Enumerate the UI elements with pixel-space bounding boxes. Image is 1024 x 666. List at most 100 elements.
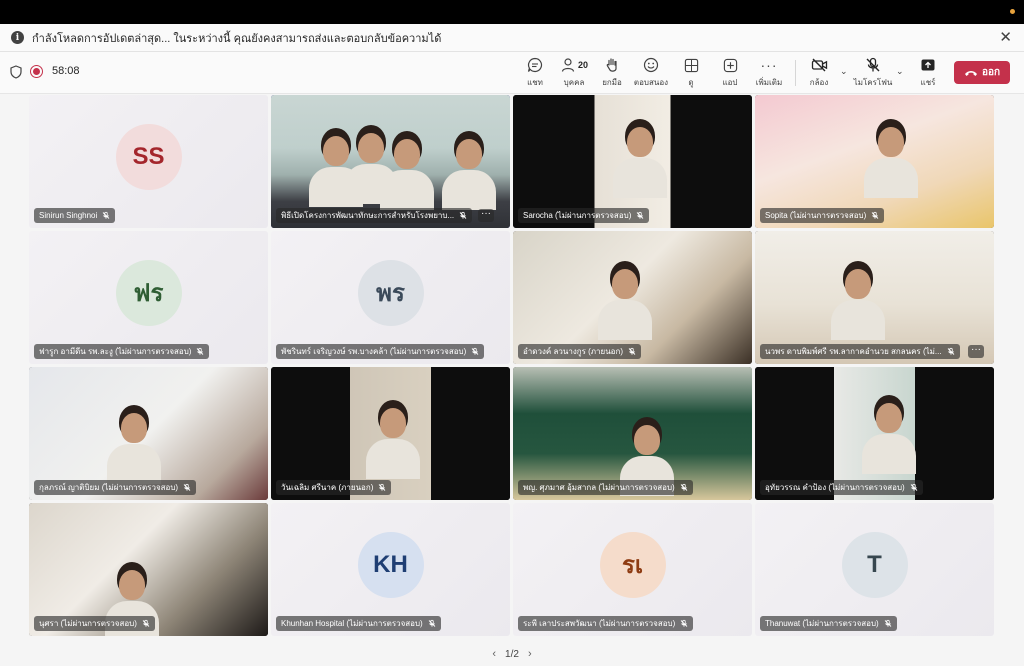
participant-name: นุศรา (ไม่ผ่านการตรวจสอบ): [39, 619, 137, 628]
participant-name: อำดวงค์ ลวนางกูร (ภายนอก): [523, 347, 623, 356]
people-icon: [560, 57, 576, 73]
mic-muted-icon: [142, 619, 150, 628]
participant-name: นวพร ดาบพิมพ์ศรี รพ.ลากาคอำนวย สกลนคร (ไ…: [765, 347, 942, 356]
close-icon[interactable]: ✕: [999, 30, 1012, 45]
mic-muted-icon: [680, 483, 688, 492]
participant-name: Khunhan Hospital (ไม่ผ่านการตรวจสอบ): [281, 619, 423, 628]
person-silhouette: [626, 126, 653, 157]
participant-name-tag: พญ. ศุภมาศ อุ้มสากล (ไม่ผ่านการตรวจสอบ): [518, 480, 693, 495]
mic-muted-icon: [871, 211, 879, 220]
person-silhouette: [633, 425, 660, 456]
participant-tile[interactable]: ฟรฟารูก อามีดีน รพ.ละงู (ไม่ผ่านการตรวจส…: [29, 231, 268, 364]
raise-hand-button[interactable]: ยกมือ: [601, 56, 623, 90]
participant-name-tag: Sopita (ไม่ผ่านการตรวจสอบ): [760, 208, 885, 223]
people-count: 20: [577, 60, 588, 70]
view-button[interactable]: ดู: [680, 56, 702, 90]
shield-icon: [10, 65, 22, 79]
microphone-button[interactable]: ไมโครโฟน: [853, 56, 893, 90]
participant-tile[interactable]: อำดวงค์ ลวนางกูร (ภายนอก): [513, 231, 752, 364]
participant-tile[interactable]: พิธีเปิดโครงการพัฒนาทักษะการสำหรับโรงพยา…: [271, 95, 510, 228]
mic-muted-icon: [910, 483, 918, 492]
leave-button[interactable]: ออก: [954, 61, 1010, 84]
participant-name: อุทัยวรรณ คำป้อง (ไม่ผ่านการตรวจสอบ): [765, 483, 905, 492]
participant-name: พัชรินทร์ เจริญวงษ์ รพ.บางคล้า (ไม่ผ่านก…: [281, 347, 467, 356]
mic-off-icon: [865, 56, 881, 74]
participant-name: ระพี เลาประสพวัฒนา (ไม่ผ่านการตรวจสอบ): [523, 619, 676, 628]
participant-name-tag: ระพี เลาประสพวัฒนา (ไม่ผ่านการตรวจสอบ): [518, 616, 694, 631]
person-body: [380, 169, 435, 210]
people-label: บุคคล: [563, 78, 585, 87]
more-options-icon[interactable]: ···: [478, 209, 494, 222]
participant-tile[interactable]: วันเฉลิม ศรีนาค (ภายนอก): [271, 367, 510, 500]
toolbar-divider: [795, 60, 796, 86]
participant-name: Sarocha (ไม่ผ่านการตรวจสอบ): [523, 211, 632, 220]
chat-button[interactable]: แชท: [524, 56, 546, 90]
person-body: [442, 169, 497, 210]
participant-tile[interactable]: นุศรา (ไม่ผ่านการตรวจสอบ): [29, 503, 268, 636]
participant-name-tag: อำดวงค์ ลวนางกูร (ภายนอก): [518, 344, 641, 359]
mic-muted-icon: [102, 211, 110, 220]
person-body: [830, 300, 885, 341]
avatar: พร: [357, 259, 424, 326]
apps-label: แอป: [722, 78, 738, 87]
share-label: แชร์: [920, 78, 936, 87]
react-label: ตอบสนอง: [633, 78, 669, 87]
mic-muted-icon: [459, 211, 467, 220]
camera-button[interactable]: กล้อง: [808, 56, 830, 90]
camera-label: กล้อง: [809, 78, 829, 87]
participant-tile[interactable]: นวพร ดาบพิมพ์ศรี รพ.ลากาคอำนวย สกลนคร (ไ…: [755, 231, 994, 364]
participant-name-tag: นุศรา (ไม่ผ่านการตรวจสอบ): [34, 616, 155, 631]
previous-page-chevron-icon[interactable]: ‹: [492, 648, 496, 660]
react-button[interactable]: ตอบสนอง: [633, 56, 669, 90]
pagination: ‹ 1/2 ›: [0, 644, 1024, 664]
mic-options-chevron-icon[interactable]: ⌄: [896, 66, 904, 77]
person-silhouette: [878, 126, 905, 157]
participant-tile[interactable]: T Thanuwat (ไม่ผ่านการตรวจสอบ): [755, 503, 994, 636]
grid-view-icon: [684, 56, 699, 74]
avatar: SS: [115, 123, 182, 190]
participant-tile[interactable]: KH Khunhan Hospital (ไม่ผ่านการตรวจสอบ): [271, 503, 510, 636]
camera-options-chevron-icon[interactable]: ⌄: [840, 66, 848, 77]
apps-button[interactable]: แอป: [719, 56, 741, 90]
mic-label: ไมโครโฟน: [853, 78, 893, 87]
next-page-chevron-icon[interactable]: ›: [528, 648, 532, 660]
os-top-bar: [0, 0, 1024, 24]
participant-name: ฟารูก อามีดีน รพ.ละงู (ไม่ผ่านการตรวจสอบ…: [39, 347, 192, 356]
participant-name: กุลภรณ์ ญาติบิยม (ไม่ผ่านการตรวจสอบ): [39, 483, 179, 492]
mic-muted-icon: [378, 483, 386, 492]
participant-name: Sinirun Singhnoi: [39, 211, 98, 220]
mic-muted-icon: [196, 347, 204, 356]
more-icon: ···: [760, 57, 778, 73]
share-button[interactable]: แชร์: [917, 56, 939, 90]
person-body: [861, 433, 916, 474]
share-screen-icon: [920, 56, 936, 74]
participant-name-tag: วันเฉลิม ศรีนาค (ภายนอก): [276, 480, 392, 495]
mic-muted-icon: [947, 347, 955, 356]
avatar: ฟร: [115, 259, 182, 326]
participant-tile[interactable]: พรพัชรินทร์ เจริญวงษ์ รพ.บางคล้า (ไม่ผ่า…: [271, 231, 510, 364]
participant-tile[interactable]: รเ ระพี เลาประสพวัฒนา (ไม่ผ่านการตรวจสอบ): [513, 503, 752, 636]
participant-tile[interactable]: Sopita (ไม่ผ่านการตรวจสอบ): [755, 95, 994, 228]
participant-tile[interactable]: SS Sinirun Singhnoi: [29, 95, 268, 228]
participant-tile[interactable]: กุลภรณ์ ญาติบิยม (ไม่ผ่านการตรวจสอบ): [29, 367, 268, 500]
participant-tile[interactable]: พญ. ศุภมาศ อุ้มสากล (ไม่ผ่านการตรวจสอบ): [513, 367, 752, 500]
person-body: [107, 444, 162, 485]
participant-tile[interactable]: อุทัยวรรณ คำป้อง (ไม่ผ่านการตรวจสอบ): [755, 367, 994, 500]
smiley-icon: [643, 56, 659, 74]
more-options-icon[interactable]: ···: [968, 345, 984, 358]
mic-muted-icon: [680, 619, 688, 628]
more-options-button[interactable]: ··· เพิ่มเติม: [754, 56, 784, 90]
participant-name: Sopita (ไม่ผ่านการตรวจสอบ): [765, 211, 867, 220]
camera-off-icon: [811, 56, 828, 74]
participant-name-tag: Sinirun Singhnoi: [34, 208, 116, 223]
person-silhouette: [118, 570, 145, 601]
person-silhouette: [358, 133, 385, 164]
status-dot: [1010, 9, 1015, 14]
participant-name-tag: Sarocha (ไม่ผ่านการตรวจสอบ): [518, 208, 650, 223]
people-button[interactable]: 20 บุคคล: [558, 56, 590, 90]
person-body: [365, 438, 420, 479]
person-body: [598, 300, 653, 341]
participant-tile[interactable]: Sarocha (ไม่ผ่านการตรวจสอบ): [513, 95, 752, 228]
person-silhouette: [322, 135, 349, 166]
banner-message: กำลังโหลดการอัปเดตล่าสุด... ในระหว่างนี้…: [32, 32, 442, 45]
